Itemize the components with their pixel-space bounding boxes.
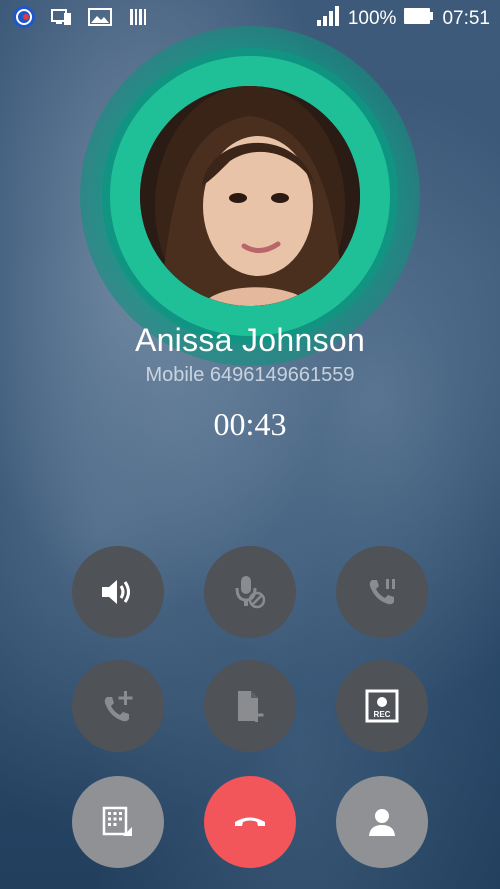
svg-text:REC: REC xyxy=(374,710,391,719)
add-call-button[interactable] xyxy=(72,660,164,752)
add-call-icon xyxy=(101,689,135,723)
speaker-button[interactable] xyxy=(72,546,164,638)
battery-icon xyxy=(404,7,434,31)
speaker-icon xyxy=(100,577,136,607)
person-icon xyxy=(366,806,398,838)
dialpad-button[interactable] xyxy=(72,776,164,868)
dialpad-icon xyxy=(101,805,135,839)
record-button[interactable]: REC xyxy=(336,660,428,752)
call-recorder-icon xyxy=(12,6,36,28)
hangup-icon xyxy=(233,813,267,831)
contact-number: Mobile 6496149661559 xyxy=(145,364,355,386)
contact-name: Anissa Johnson xyxy=(134,322,366,358)
battery-percent: 100% xyxy=(347,8,397,29)
barcode-icon xyxy=(126,6,150,28)
end-call-button[interactable] xyxy=(204,776,296,868)
rec-icon: REC xyxy=(365,689,399,723)
contact-button[interactable] xyxy=(336,776,428,868)
mute-button[interactable] xyxy=(204,546,296,638)
clock: 07:51 xyxy=(442,8,490,29)
signal-icon xyxy=(316,6,340,32)
mic-off-icon xyxy=(233,574,267,610)
call-hold-icon xyxy=(366,576,398,608)
note-add-icon xyxy=(233,688,267,724)
contact-photo xyxy=(140,86,360,306)
image-icon xyxy=(88,6,112,28)
call-timer: 00:43 xyxy=(213,406,287,442)
add-note-button[interactable] xyxy=(204,660,296,752)
hold-button[interactable] xyxy=(336,546,428,638)
device-icon xyxy=(50,6,74,28)
